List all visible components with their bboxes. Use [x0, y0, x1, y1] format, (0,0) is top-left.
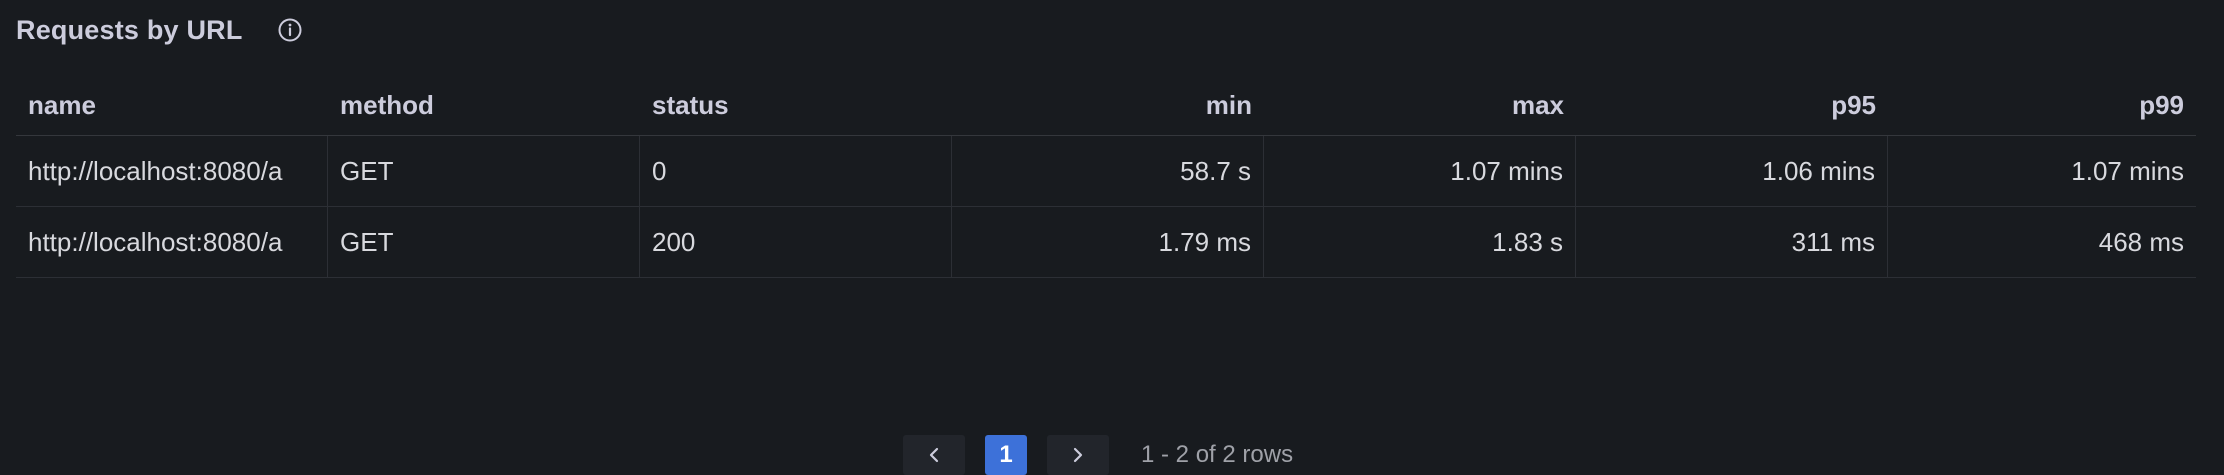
- info-icon[interactable]: [277, 17, 303, 43]
- cell-status: 0: [640, 136, 952, 206]
- column-header-min[interactable]: min: [952, 82, 1264, 135]
- column-header-name[interactable]: name: [16, 82, 328, 135]
- panel-header: Requests by URL: [16, 10, 303, 50]
- pagination: 1 1 - 2 of 2 rows: [903, 435, 1293, 475]
- info-circle-icon: [278, 18, 302, 42]
- cell-max: 1.07 mins: [1264, 136, 1576, 206]
- table-row: http://localhost:8080/a GET 0 58.7 s 1.0…: [16, 136, 2196, 207]
- column-header-p95[interactable]: p95: [1576, 82, 1888, 135]
- cell-name: http://localhost:8080/a: [16, 136, 328, 206]
- pagination-summary: 1 - 2 of 2 rows: [1141, 441, 1294, 468]
- chevron-right-icon: [1073, 447, 1083, 463]
- cell-method: GET: [328, 207, 640, 277]
- column-header-method[interactable]: method: [328, 82, 640, 135]
- next-page-button[interactable]: [1047, 435, 1109, 475]
- prev-page-button[interactable]: [903, 435, 965, 475]
- table-header-row: name method status min max p95 p99: [16, 82, 2196, 136]
- cell-p99: 1.07 mins: [2071, 155, 2184, 186]
- cell-min: 1.79 ms: [952, 207, 1264, 277]
- cell-method: GET: [328, 136, 640, 206]
- cell-p95: 1.06 mins: [1576, 136, 1888, 206]
- page-button-current[interactable]: 1: [985, 435, 1027, 475]
- table-row: http://localhost:8080/a GET 200 1.79 ms …: [16, 207, 2196, 278]
- cell-p95: 311 ms: [1576, 207, 1888, 277]
- panel-title: Requests by URL: [16, 14, 243, 45]
- requests-table: name method status min max p95 p99 http:…: [16, 82, 2196, 278]
- cell-status: 200: [640, 207, 952, 277]
- cell-max: 1.83 s: [1264, 207, 1576, 277]
- cell-p99: 468 ms: [2098, 226, 2184, 257]
- table-panel: Requests by URL name method status min m…: [0, 0, 2224, 475]
- chevron-left-icon: [929, 447, 939, 463]
- cell-min: 58.7 s: [952, 136, 1264, 206]
- column-header-p99[interactable]: p99: [1888, 82, 2196, 135]
- cell-name: http://localhost:8080/a: [16, 207, 328, 277]
- column-header-status[interactable]: status: [640, 82, 952, 135]
- column-header-max[interactable]: max: [1264, 82, 1576, 135]
